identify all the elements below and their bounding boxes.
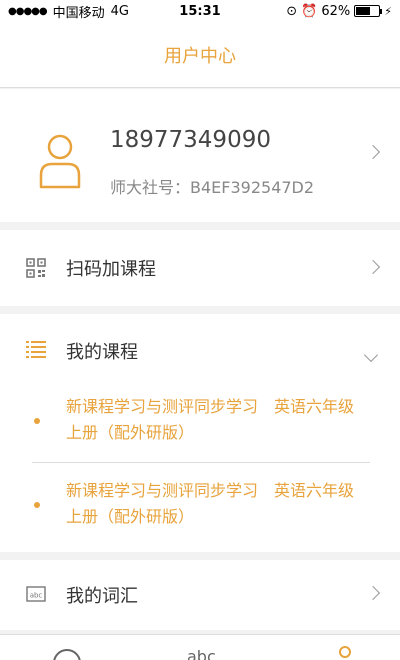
course-title: 新课程学习与测评同步学习 英语六年级上册（配外研版）: [66, 481, 355, 526]
battery-fill: [356, 7, 370, 15]
divider: [32, 462, 370, 463]
tab-vocab-label[interactable]: abc: [187, 647, 216, 660]
battery-icon: [354, 5, 383, 17]
my-courses-label: 我的课程: [66, 342, 138, 363]
status-bar: ●●●●● 中国移动 4G 15:31 ⊙ ⏰ 62% ⚡: [0, 0, 400, 22]
user-number: 师大社号：B4EF392547D2: [110, 178, 315, 197]
charging-icon: ⚡: [384, 4, 392, 18]
list-icon: [26, 341, 46, 358]
battery-text: 62%: [321, 3, 351, 19]
chevron-right-icon: [365, 144, 381, 160]
profile-card[interactable]: 18977349090 师大社号：B4EF392547D2: [0, 89, 400, 222]
carrier-text: 中国移动: [52, 5, 105, 21]
rotation-lock-icon: ⊙: [286, 3, 298, 19]
tab-home-icon[interactable]: [52, 645, 82, 660]
scan-add-course-row[interactable]: 扫码加课程: [0, 230, 400, 306]
my-vocabulary-row[interactable]: abc 我的词汇: [0, 560, 400, 630]
svg-text:abc: abc: [30, 592, 43, 600]
course-title: 新课程学习与测评同步学习 英语六年级上册（配外研版）: [66, 397, 355, 442]
user-avatar-icon: [39, 134, 81, 189]
my-vocabulary-label: 我的词汇: [66, 586, 138, 607]
abc-icon: abc: [26, 586, 46, 602]
signal-icon: ●●●●●: [8, 5, 48, 17]
alarm-icon: ⏰: [301, 3, 318, 19]
status-right: ⊙ ⏰ 62% ⚡: [286, 4, 392, 19]
my-courses-section: 我的课程 新课程学习与测评同步学习 英语六年级上册（配外研版） 新课程学习与测评…: [0, 314, 400, 552]
header: 用户中心: [0, 22, 400, 88]
user-phone: 18977349090: [110, 127, 271, 153]
qr-code-icon: [26, 258, 46, 278]
chevron-down-icon: [363, 347, 379, 363]
page-title: 用户中心: [164, 45, 236, 67]
scan-add-course-label: 扫码加课程: [66, 259, 156, 280]
bullet-dot: [34, 502, 40, 508]
status-left: ●●●●● 中国移动 4G: [8, 2, 129, 21]
tab-bar: abc: [0, 634, 400, 660]
tab-user-icon[interactable]: [333, 644, 357, 660]
bullet-dot: [34, 418, 40, 424]
chevron-right-icon: [365, 259, 381, 275]
my-courses-header[interactable]: 我的课程: [0, 314, 400, 390]
network-text: 4G: [110, 3, 130, 19]
chevron-right-icon: [365, 585, 381, 601]
